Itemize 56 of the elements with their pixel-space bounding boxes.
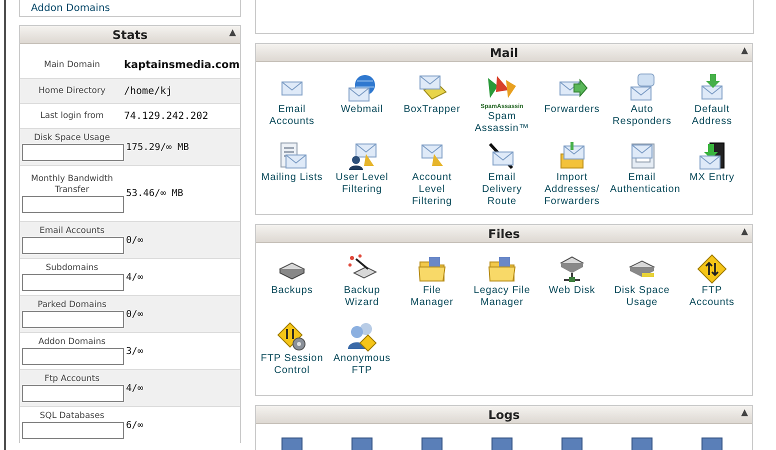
- feature-link[interactable]: Backup Wizard: [327, 253, 397, 321]
- stat-label: Home Directory: [38, 86, 106, 96]
- stat-value: 4/∞: [126, 272, 144, 282]
- addon-domains-link[interactable]: Addon Domains: [31, 3, 110, 14]
- stat-label: Email Accounts: [39, 226, 105, 237]
- collapse-toggle[interactable]: ▲: [741, 46, 748, 56]
- feature-link[interactable]: FTP Accounts: [677, 253, 747, 321]
- feature-link[interactable]: BoxTrapper: [397, 72, 467, 140]
- feature-link[interactable]: Backups: [257, 253, 327, 321]
- stat-label: Parked Domains: [38, 300, 106, 311]
- globe-envelope-icon: [346, 72, 378, 104]
- stat-value: 0/∞: [126, 234, 144, 246]
- stat-value: /home/kj: [124, 86, 172, 96]
- stat-value: 74.129.242.202: [124, 110, 208, 122]
- feature-link[interactable]: Account Level Filtering: [397, 140, 467, 208]
- stat-value: 6/∞: [126, 420, 144, 430]
- collapse-toggle[interactable]: ▲: [229, 28, 236, 38]
- stat-label: Addon Domains: [38, 337, 106, 348]
- feature-link[interactable]: User Level Filtering: [327, 140, 397, 208]
- stat-value: 4/∞: [126, 382, 144, 394]
- feature-link[interactable]: Disk Space Usage: [607, 253, 677, 321]
- stat-value: 175.29/∞ MB: [126, 142, 189, 152]
- panel-title: Stats: [112, 28, 148, 42]
- feature-link[interactable]: Auto Responders: [607, 72, 677, 140]
- feature-link[interactable]: Legacy File Manager: [467, 253, 537, 321]
- feature-link[interactable]: Default Address: [677, 72, 747, 140]
- panel-title: Files: [488, 226, 520, 240]
- stat-label: Disk Space Usage: [34, 133, 110, 144]
- feature-link[interactable]: Email Delivery Route: [467, 140, 537, 208]
- stat-value: 53.46/∞ MB: [126, 188, 184, 199]
- stat-label: SQL Databases: [40, 411, 104, 422]
- feature-link[interactable]: Webmail: [327, 72, 397, 140]
- panel-title: Logs: [488, 408, 520, 422]
- diamond-arrows-icon: [696, 253, 728, 285]
- stat-value: kaptainsmedia.com: [124, 59, 240, 71]
- collapse-toggle[interactable]: ▲: [741, 408, 748, 418]
- stat-label: Ftp Accounts: [44, 374, 100, 385]
- diamond-gear-icon: [276, 321, 308, 353]
- feature-link[interactable]: Email Authentication: [607, 140, 677, 208]
- feature-link[interactable]: Mailing Lists: [257, 140, 327, 208]
- collapse-toggle[interactable]: ▲: [741, 227, 748, 237]
- feature-link[interactable]: File Manager: [397, 253, 467, 321]
- feature-link[interactable]: FTP Session Control: [257, 321, 327, 389]
- stat-label: Monthly Bandwidth Transfer: [30, 174, 114, 196]
- stat-value: 3/∞: [126, 346, 144, 356]
- feature-link[interactable]: Email Accounts: [257, 72, 327, 140]
- stat-label: Last login from: [39, 111, 105, 121]
- feature-link[interactable]: Anonymous FTP: [327, 321, 397, 389]
- feature-link[interactable]: Forwarders: [537, 72, 607, 140]
- panel-title: Mail: [490, 46, 518, 60]
- people-diamond-icon: [346, 321, 378, 353]
- stat-label: Main Domain: [43, 60, 101, 70]
- feature-link[interactable]: Import Addresses/ Forwarders: [537, 140, 607, 208]
- feature-link[interactable]: Web Disk: [537, 253, 607, 321]
- stat-value: 0/∞: [126, 308, 144, 320]
- stat-label: Subdomains: [46, 263, 98, 274]
